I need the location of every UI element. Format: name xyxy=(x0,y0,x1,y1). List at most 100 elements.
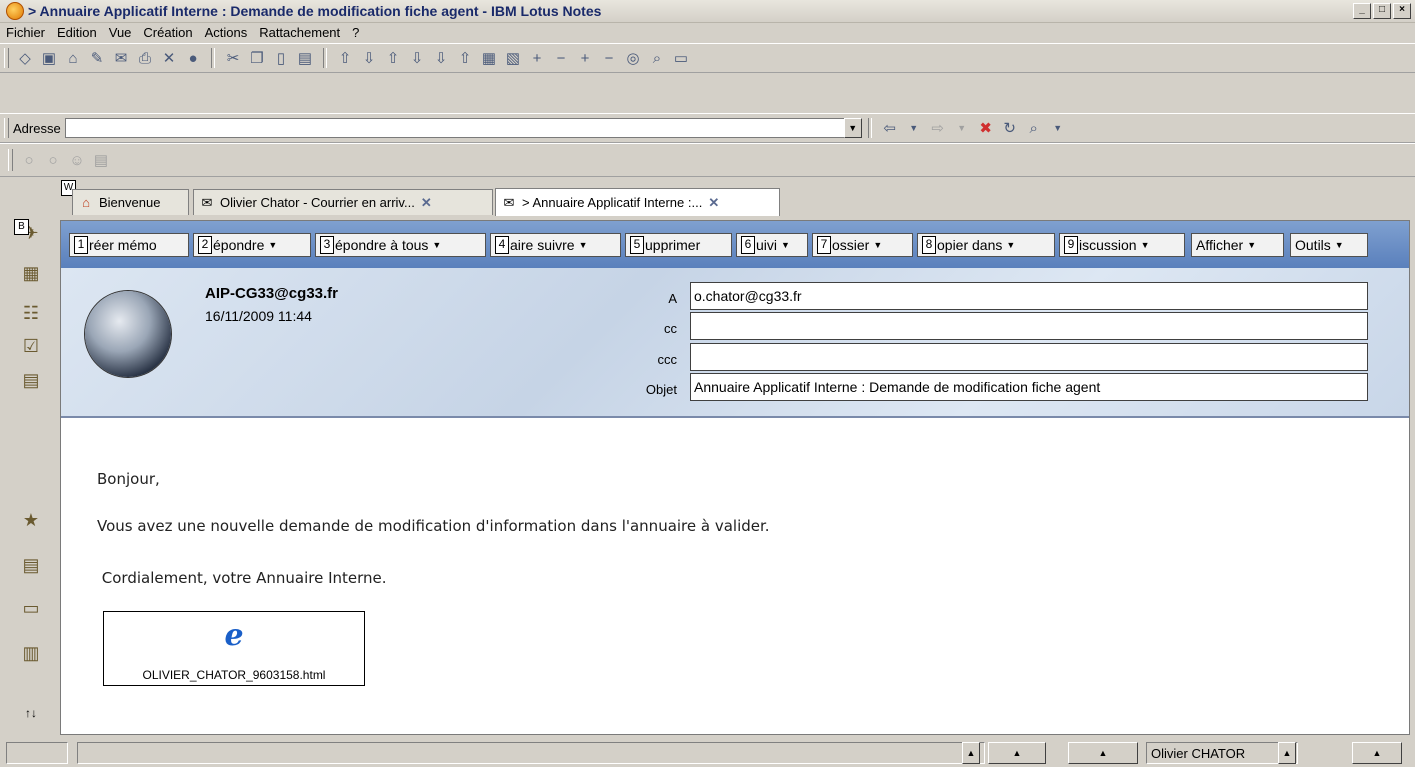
previous-unread-icon[interactable]: ⇧ xyxy=(455,48,475,68)
toolbar-grip[interactable] xyxy=(4,48,9,68)
back-icon[interactable]: ⇦ xyxy=(880,118,900,138)
tab-bienvenue[interactable]: ⌂ Bienvenue xyxy=(72,189,189,215)
menu-vue[interactable]: Vue xyxy=(103,25,138,40)
forward-button[interactable]: 4 aire suivre ▼ xyxy=(490,233,621,257)
copy-icon[interactable]: ❐ xyxy=(247,48,267,68)
paste-icon[interactable]: ▯ xyxy=(271,48,291,68)
copy-into-button[interactable]: 8 opier dans ▼ xyxy=(917,233,1055,257)
address-grip[interactable] xyxy=(4,118,9,138)
chevron-down-icon: ▼ xyxy=(1247,240,1257,250)
page-icon[interactable]: ▭ xyxy=(671,48,691,68)
forward-icon[interactable]: ⇨ xyxy=(928,118,948,138)
collapse-icon[interactable]: − xyxy=(551,48,571,68)
chevron-down-icon[interactable]: ▼ xyxy=(904,118,924,138)
replicator-icon[interactable]: B ✈ xyxy=(14,219,44,246)
minimize-button[interactable]: _ xyxy=(1353,3,1371,19)
reply-all-button[interactable]: 3 épondre à tous ▼ xyxy=(315,233,486,257)
contacts-icon[interactable]: ☷ xyxy=(18,300,44,326)
refresh-icon[interactable]: ↻ xyxy=(1000,118,1020,138)
signature-text: Cordialement, votre Annuaire Interne. xyxy=(97,569,387,587)
tab-annuaire[interactable]: ✉ > Annuaire Applicatif Interne :... ✕ xyxy=(495,188,780,216)
status-messages-button[interactable]: ▲ xyxy=(962,742,980,764)
collapse-all-icon[interactable]: − xyxy=(599,48,619,68)
menu-rattachement[interactable]: Rattachement xyxy=(253,25,346,40)
applications-icon[interactable]: ▥ xyxy=(18,640,44,666)
button-label: épondre à tous xyxy=(335,237,429,253)
previous-icon[interactable]: ⇧ xyxy=(383,48,403,68)
maximize-button[interactable]: □ xyxy=(1373,3,1391,19)
menu-edition[interactable]: Edition xyxy=(51,25,103,40)
database-icon[interactable]: ▤ xyxy=(18,367,44,393)
menu-creation[interactable]: Création xyxy=(137,25,198,40)
close-tab-icon[interactable]: ✕ xyxy=(708,195,719,211)
binoculars-icon[interactable]: ◎ xyxy=(623,48,643,68)
subject-field[interactable]: Annuaire Applicatif Interne : Demande de… xyxy=(690,373,1368,401)
button-label: Afficher xyxy=(1196,237,1244,253)
status-bar: ▲ ▲ ▲ Olivier CHATOR ▲ ▲ xyxy=(0,738,1415,767)
reply-button[interactable]: 2 épondre ▼ xyxy=(193,233,311,257)
lotus-notes-app-icon[interactable] xyxy=(6,2,24,20)
view-button[interactable]: Afficher ▼ xyxy=(1191,233,1284,257)
user-dropdown-button[interactable]: ▲ xyxy=(1278,742,1296,764)
menu-actions[interactable]: Actions xyxy=(199,25,254,40)
refresh-view-icon[interactable]: ▧ xyxy=(503,48,523,68)
bcc-field[interactable] xyxy=(690,343,1368,371)
close-tab-icon[interactable]: ✕ xyxy=(421,195,432,211)
folder-button[interactable]: 7 ossier ▼ xyxy=(812,233,913,257)
search-icon[interactable]: ⌕ xyxy=(647,48,667,68)
stop-icon[interactable]: ✖ xyxy=(976,118,996,138)
next-icon[interactable]: ⇩ xyxy=(407,48,427,68)
tab-courrier[interactable]: ✉ Olivier Chator - Courrier en arriv... … xyxy=(193,189,493,215)
paste-special-icon[interactable]: ▤ xyxy=(295,48,315,68)
user-status[interactable]: Olivier CHATOR xyxy=(1146,742,1298,764)
scroll-arrows-icon[interactable]: ↑↓ xyxy=(18,700,44,726)
address-dropdown[interactable]: ▼ xyxy=(843,118,862,138)
favorites-icon[interactable]: ★ xyxy=(18,507,44,533)
menu-help[interactable]: ? xyxy=(346,25,365,40)
todo-icon[interactable]: ☑ xyxy=(18,333,44,359)
navigate-up-icon[interactable]: ⇧ xyxy=(335,48,355,68)
discussion-button[interactable]: 9 iscussion ▼ xyxy=(1059,233,1185,257)
folder-icon[interactable]: ▭ xyxy=(18,595,44,621)
home-icon[interactable]: ◇ xyxy=(15,48,35,68)
close-button[interactable]: × xyxy=(1393,3,1411,19)
location-button[interactable]: ▲ xyxy=(988,742,1046,764)
folder-view-icon[interactable]: ▦ xyxy=(479,48,499,68)
cut-icon[interactable]: ✂ xyxy=(223,48,243,68)
stop-icon[interactable]: ● xyxy=(183,48,203,68)
navigate-down-icon[interactable]: ⇩ xyxy=(359,48,379,68)
tab-bar: ⌂ Bienvenue ✉ Olivier Chator - Courrier … xyxy=(0,185,1415,220)
expand-all-icon[interactable]: + xyxy=(575,48,595,68)
network-button[interactable]: ▲ xyxy=(1068,742,1138,764)
calendar-icon[interactable]: ▦ xyxy=(18,260,44,286)
search-icon[interactable]: ⌕ xyxy=(1024,118,1044,138)
address-input[interactable] xyxy=(64,118,845,138)
follow-up-button[interactable]: 6 uivi ▼ xyxy=(736,233,808,257)
open-folder-icon[interactable]: ⌂ xyxy=(63,48,83,68)
chat-icon[interactable]: ○ xyxy=(19,150,39,170)
chevron-down-icon[interactable]: ▼ xyxy=(1048,118,1068,138)
chevron-down-icon: ▼ xyxy=(1006,240,1016,250)
cc-field[interactable] xyxy=(690,312,1368,340)
to-field[interactable]: o.chator@cg33.fr xyxy=(690,282,1368,310)
save-icon[interactable]: ▣ xyxy=(39,48,59,68)
toolbar-grip[interactable] xyxy=(8,148,13,172)
document-icon[interactable]: ▤ xyxy=(91,150,111,170)
recall-icon[interactable]: ✕ xyxy=(159,48,179,68)
menu-fichier[interactable]: Fichier xyxy=(0,25,51,40)
databases-icon[interactable]: ▤ xyxy=(18,552,44,578)
delete-button[interactable]: 5 upprimer xyxy=(625,233,732,257)
chat-group-icon[interactable]: ○ xyxy=(43,150,63,170)
print-icon[interactable]: ⎙ xyxy=(135,48,155,68)
new-memo-button[interactable]: 1 réer mémo xyxy=(69,233,189,257)
tools-button[interactable]: Outils ▼ xyxy=(1290,233,1368,257)
person-icon[interactable]: ☺ xyxy=(67,150,87,170)
mail-status-button[interactable]: ▲ xyxy=(1352,742,1402,764)
next-unread-icon[interactable]: ⇩ xyxy=(431,48,451,68)
expand-icon[interactable]: + xyxy=(527,48,547,68)
attachment[interactable]: e OLIVIER_CHATOR_9603158.html xyxy=(103,611,365,686)
chevron-down-icon[interactable]: ▼ xyxy=(952,118,972,138)
status-indicator[interactable] xyxy=(6,742,68,764)
send-icon[interactable]: ✉ xyxy=(111,48,131,68)
edit-icon[interactable]: ✎ xyxy=(87,48,107,68)
